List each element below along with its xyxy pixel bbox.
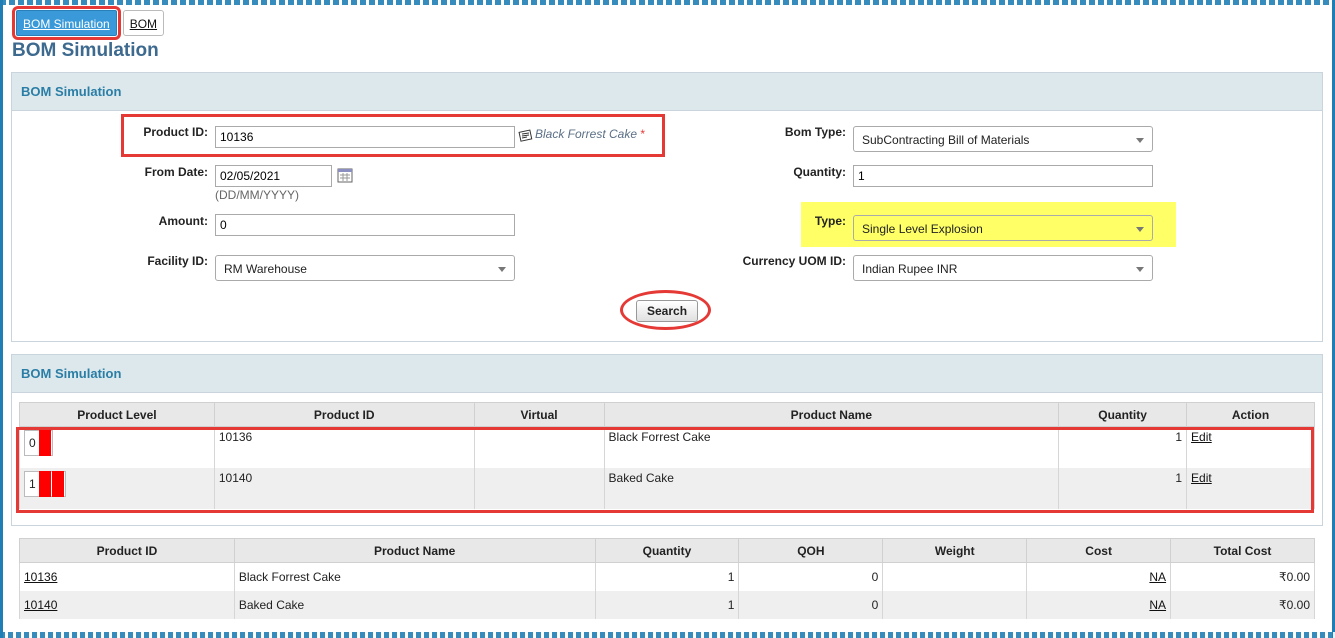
required-mark: * (640, 127, 646, 141)
product-id-cell: 10136 (19, 562, 235, 591)
lookup-icon[interactable] (518, 128, 534, 147)
frame-bottom-edge (0, 632, 1335, 638)
facility-id-select[interactable]: RM Warehouse (215, 255, 515, 281)
tab-bom[interactable]: BOM (122, 10, 165, 36)
amount-label: Amount: (158, 214, 208, 228)
quantity-label: Quantity: (793, 165, 846, 179)
col-weight: Weight (882, 538, 1028, 563)
total-cost-cell: ₹0.00 (1170, 590, 1315, 619)
currency-uom-select[interactable]: Indian Rupee INR (853, 255, 1153, 281)
quantity-input[interactable] (853, 165, 1153, 187)
col-product-name: Product Name (233, 538, 596, 563)
quantity-cell: 1 (594, 590, 740, 619)
bom-type-label: Bom Type: (784, 125, 846, 139)
chevron-down-icon (498, 267, 506, 272)
product-name-cell: Baked Cake (233, 590, 596, 619)
product-name-text: Black Forrest Cake (535, 127, 638, 141)
product-id-input[interactable] (215, 126, 515, 148)
chevron-down-icon (1136, 138, 1144, 143)
from-date-input[interactable] (215, 165, 332, 187)
filter-panel-title: BOM Simulation (12, 73, 1322, 111)
col-quantity: Quantity (1058, 402, 1188, 427)
results-panel-title: BOM Simulation (12, 355, 1322, 393)
quantity-cell: 1 (594, 562, 740, 591)
bom-type-select[interactable]: SubContracting Bill of Materials (853, 126, 1153, 152)
chevron-down-icon (1136, 227, 1144, 232)
facility-id-label: Facility ID: (147, 254, 208, 268)
col-quantity: Quantity (594, 538, 740, 563)
product-id-link[interactable]: 10136 (24, 570, 57, 584)
page-title: BOM Simulation (12, 40, 159, 61)
facility-id-value: RM Warehouse (224, 262, 307, 276)
type-value: Single Level Explosion (862, 222, 983, 236)
product-name-cell: Black Forrest Cake (233, 562, 596, 591)
table-row: 10140 Baked Cake 1 0 NA ₹0.00 (19, 590, 1315, 619)
date-format-hint: (DD/MM/YYYY) (215, 188, 299, 202)
tab-bar: BOM Simulation BOM (12, 6, 165, 42)
tab-bom-simulation[interactable]: BOM Simulation (12, 6, 121, 40)
col-cost: Cost (1026, 538, 1172, 563)
qoh-cell: 0 (738, 590, 884, 619)
col-product-id: Product ID (19, 538, 235, 563)
currency-uom-label: Currency UOM ID: (742, 254, 846, 268)
currency-uom-value: Indian Rupee INR (862, 262, 958, 276)
product-id-label: Product ID: (143, 125, 208, 139)
col-total-cost: Total Cost (1170, 538, 1315, 563)
col-product-level: Product Level (19, 402, 215, 427)
chevron-down-icon (1136, 267, 1144, 272)
weight-cell (882, 562, 1028, 591)
col-qoh: QOH (738, 538, 884, 563)
type-label: Type: (814, 214, 846, 228)
qoh-cell: 0 (738, 562, 884, 591)
product-id-link[interactable]: 10140 (24, 598, 57, 612)
col-virtual: Virtual (473, 402, 605, 427)
product-id-cell: 10140 (19, 590, 235, 619)
weight-cell (882, 590, 1028, 619)
col-product-name: Product Name (603, 402, 1060, 427)
cost-cell: NA (1026, 590, 1172, 619)
cost-table: Product ID Product Name Quantity QOH Wei… (19, 538, 1315, 619)
from-date-label: From Date: (144, 165, 208, 179)
table-row: 10136 Black Forrest Cake 1 0 NA ₹0.00 (19, 562, 1315, 591)
search-button[interactable]: Search (636, 300, 698, 322)
cost-link[interactable]: NA (1149, 570, 1166, 584)
type-select[interactable]: Single Level Explosion (853, 215, 1153, 241)
result-rows-highlight (16, 427, 1314, 513)
frame-left-edge (0, 0, 3, 638)
bom-type-value: SubContracting Bill of Materials (862, 133, 1030, 147)
col-action: Action (1186, 402, 1315, 427)
product-name-hint: Black Forrest Cake * (535, 127, 645, 141)
amount-input[interactable] (215, 214, 515, 236)
calendar-icon[interactable] (337, 167, 353, 186)
total-cost-cell: ₹0.00 (1170, 562, 1315, 591)
cost-link[interactable]: NA (1149, 598, 1166, 612)
frame-top-edge (0, 0, 1335, 5)
col-product-id: Product ID (213, 402, 475, 427)
cost-cell: NA (1026, 562, 1172, 591)
